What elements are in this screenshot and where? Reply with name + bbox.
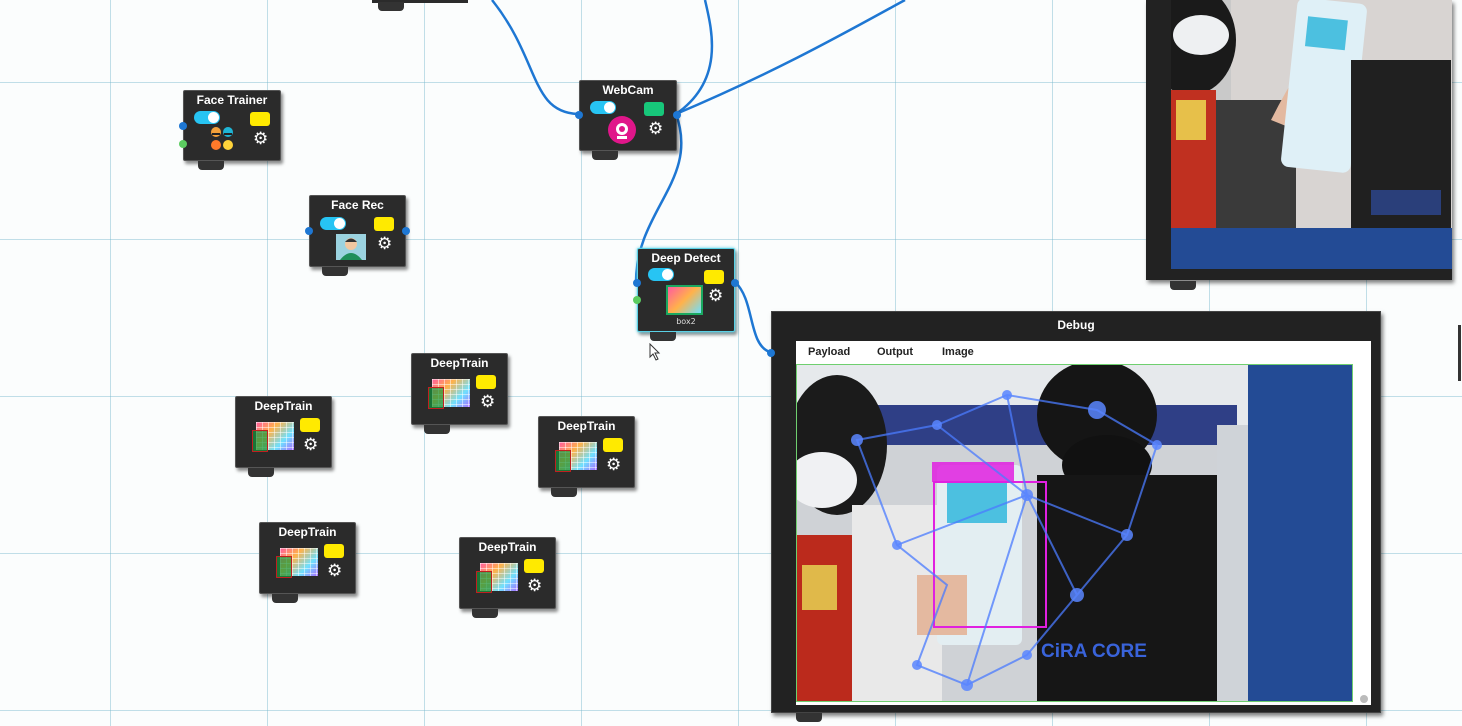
- wire-deep-detect-to-debug: [734, 281, 771, 354]
- node-title: WebCam: [602, 83, 654, 97]
- output-port[interactable]: [673, 111, 681, 119]
- output-port[interactable]: [179, 140, 187, 148]
- cursor-icon: [649, 342, 661, 365]
- debug-image: CiRA CORE: [796, 364, 1353, 702]
- tab-output[interactable]: Output: [877, 346, 913, 358]
- top-node-foot: [378, 2, 404, 11]
- train-image-icon: [428, 379, 470, 409]
- node-foot: [322, 267, 348, 276]
- node-title: Face Trainer: [196, 93, 268, 107]
- train-image-icon: [252, 422, 294, 452]
- note-icon[interactable]: [603, 438, 623, 452]
- node-foot: [272, 594, 298, 603]
- gear-icon[interactable]: ⚙: [377, 236, 392, 253]
- scrollbar[interactable]: [1458, 325, 1461, 381]
- note-icon[interactable]: [476, 375, 496, 389]
- tab-payload[interactable]: Payload: [808, 346, 850, 358]
- toggle-icon[interactable]: [194, 111, 220, 124]
- trigger-port[interactable]: [633, 296, 641, 304]
- wire-webcam-loop: [675, 0, 714, 116]
- node-title: DeepTrain: [278, 525, 337, 539]
- gear-icon[interactable]: ⚙: [303, 437, 318, 454]
- node-title: Face Rec: [331, 198, 384, 212]
- note-icon[interactable]: [524, 559, 544, 573]
- train-image-icon: [476, 563, 518, 593]
- gear-icon[interactable]: ⚙: [480, 394, 495, 411]
- gear-icon[interactable]: ⚙: [527, 578, 542, 595]
- face-user-icon: [336, 234, 366, 260]
- gear-icon[interactable]: ⚙: [253, 131, 268, 148]
- note-icon[interactable]: [374, 217, 394, 231]
- monitor-window[interactable]: [1146, 0, 1452, 290]
- tab-image[interactable]: Image: [942, 346, 974, 358]
- input-port[interactable]: [179, 122, 187, 130]
- node-deeptrain[interactable]: DeepTrain ⚙: [459, 537, 556, 618]
- webcam-icon: [608, 116, 636, 144]
- node-face-rec[interactable]: Face Rec ⚙: [305, 195, 410, 276]
- node-foot: [248, 468, 274, 477]
- debug-window[interactable]: Debug Payload Output Image CiRA CORE: [767, 311, 1381, 722]
- toggle-icon[interactable]: [320, 217, 346, 230]
- wire-top-to-webcam: [491, 0, 579, 116]
- node-foot: [198, 161, 224, 170]
- side-bar: [1248, 365, 1352, 701]
- node-title: Deep Detect: [651, 251, 721, 265]
- input-port[interactable]: [305, 227, 313, 235]
- node-foot: [551, 488, 577, 497]
- debug-title: Debug: [1057, 318, 1095, 332]
- node-face-trainer[interactable]: Face Trainer ⚙: [179, 90, 281, 170]
- node-title: DeepTrain: [557, 419, 616, 433]
- node-deeptrain[interactable]: DeepTrain ⚙: [235, 396, 332, 477]
- gear-icon[interactable]: ⚙: [648, 121, 663, 138]
- node-deeptrain[interactable]: DeepTrain ⚙: [538, 416, 635, 497]
- toggle-icon[interactable]: [590, 101, 616, 114]
- train-image-icon: [276, 548, 318, 578]
- face-icon: [210, 126, 234, 152]
- debug-panel: Payload Output Image CiRA CORE: [796, 341, 1371, 705]
- node-webcam[interactable]: WebCam ⚙: [575, 80, 681, 160]
- train-image-icon: [555, 442, 597, 472]
- node-deeptrain[interactable]: DeepTrain ⚙: [411, 353, 508, 434]
- output-port[interactable]: [402, 227, 410, 235]
- detect-image-icon: [666, 285, 703, 315]
- node-deep-detect[interactable]: Deep Detect ⚙ box2: [633, 248, 739, 341]
- node-foot: [592, 151, 618, 160]
- node-foot: [472, 609, 498, 618]
- toggle-icon[interactable]: [648, 268, 674, 281]
- note-icon[interactable]: [324, 544, 344, 558]
- debug-foot: [796, 713, 822, 722]
- input-port[interactable]: [575, 111, 583, 119]
- note-icon[interactable]: [300, 418, 320, 432]
- node-title: DeepTrain: [478, 540, 537, 554]
- resize-handle[interactable]: [1360, 695, 1368, 703]
- note-icon[interactable]: [704, 270, 724, 284]
- gear-icon[interactable]: ⚙: [708, 288, 723, 305]
- input-port[interactable]: [633, 279, 641, 287]
- flow-canvas[interactable]: Face Trainer ⚙ Face Rec ⚙ WebCam ⚙ Deep …: [0, 0, 1462, 726]
- node-title: DeepTrain: [430, 356, 489, 370]
- node-sublabel: box2: [676, 317, 696, 326]
- note-icon[interactable]: [250, 112, 270, 126]
- camera-scene: [1171, 0, 1452, 269]
- note-icon[interactable]: [644, 102, 664, 116]
- node-foot: [424, 425, 450, 434]
- output-port[interactable]: [731, 279, 739, 287]
- node-title: DeepTrain: [254, 399, 313, 413]
- debug-input-port[interactable]: [767, 349, 775, 357]
- monitor-foot: [1170, 281, 1196, 290]
- gear-icon[interactable]: ⚙: [606, 457, 621, 474]
- gear-icon[interactable]: ⚙: [327, 563, 342, 580]
- node-deeptrain[interactable]: DeepTrain ⚙: [259, 522, 356, 603]
- watermark-text: CiRA CORE: [1041, 641, 1147, 662]
- camera-image: [1171, 0, 1452, 269]
- node-foot: [650, 332, 676, 341]
